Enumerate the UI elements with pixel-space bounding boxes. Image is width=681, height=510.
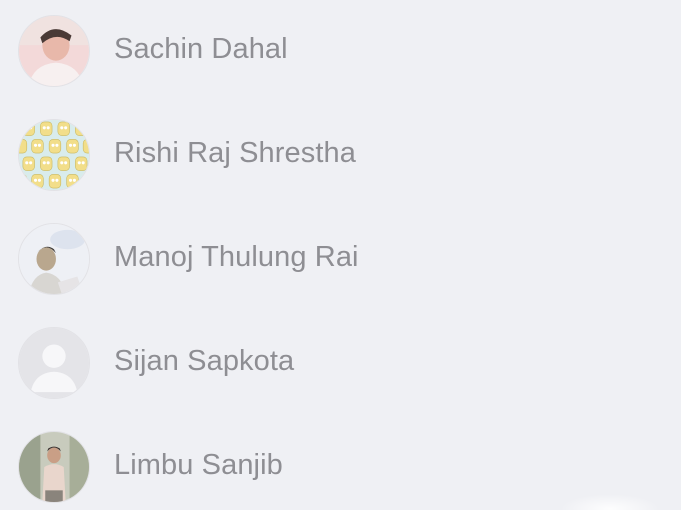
contact-row-sachin-dahal[interactable]: Sachin Dahal [0, 0, 681, 104]
contact-name: Rishi Raj Shrestha [114, 137, 356, 169]
contact-name: Sachin Dahal [114, 33, 288, 65]
contact-row-manoj-thulung-rai[interactable]: Manoj Thulung Rai [0, 208, 681, 312]
avatar [18, 431, 90, 503]
person-photo-avatar-icon [19, 432, 89, 502]
cartoon-pattern-avatar-icon [19, 120, 89, 190]
contact-list: Sachin Dahal Rishi Raj Shrestha Manoj Th… [0, 0, 681, 510]
contact-name: Manoj Thulung Rai [114, 241, 359, 273]
contact-name: Sijan Sapkota [114, 345, 295, 377]
contact-row-rishi-raj-shrestha[interactable]: Rishi Raj Shrestha [0, 104, 681, 208]
avatar [18, 223, 90, 295]
person-photo-avatar-icon [19, 224, 89, 294]
person-photo-avatar-icon [19, 16, 89, 86]
avatar [18, 119, 90, 191]
avatar [18, 15, 90, 87]
avatar [18, 327, 90, 399]
contact-row-sijan-sapkota[interactable]: Sijan Sapkota [0, 312, 681, 416]
contact-name: Limbu Sanjib [114, 449, 283, 481]
default-person-avatar-icon [19, 328, 89, 398]
contact-row-limbu-sanjib[interactable]: Limbu Sanjib [0, 416, 681, 510]
